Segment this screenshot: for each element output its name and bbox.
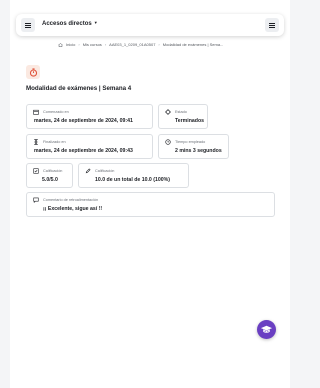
feedback-value: ¡¡ Excelente, sigue así !! — [43, 206, 103, 212]
caret-down-icon: ▼ — [93, 20, 98, 25]
assistant-hat-icon — [260, 325, 273, 333]
grade-points-value: 5.0/5.0 — [42, 177, 58, 183]
breadcrumb-current: Modalidad de exámenes | Sema... — [162, 42, 224, 47]
top-navigation-bar: Accesos directos ▼ — [16, 14, 284, 36]
state-label: Estado — [175, 110, 187, 114]
main-menu-button[interactable] — [21, 18, 35, 32]
started-label: Comenzado en — [43, 110, 69, 114]
breadcrumb-separator: › — [158, 42, 160, 47]
time-value: 2 mins 3 segundos — [175, 148, 222, 154]
feedback-label: Comentario de retroalimentación — [43, 198, 99, 202]
diamond-icon — [165, 109, 171, 115]
started-card: Comenzado en martes, 24 de septiembre de… — [26, 104, 153, 129]
hamburger-icon — [25, 22, 31, 28]
feedback-card: Comentario de retroalimentación ¡¡ Excel… — [26, 192, 275, 217]
page-title: Modalidad de exámenes | Semana 4 — [26, 85, 132, 92]
hamburger-icon — [269, 22, 275, 28]
started-value: martes, 24 de septiembre de 2024, 09:41 — [34, 118, 133, 124]
secondary-menu-button[interactable] — [265, 18, 279, 32]
finished-value: martes, 24 de septiembre de 2024, 09:43 — [34, 148, 133, 154]
grade-total-value: 10.0 de un total de 10.0 (100%) — [95, 177, 170, 183]
breadcrumb-home[interactable]: Inicio — [66, 42, 75, 47]
grade-points-label: Calificación — [43, 169, 63, 173]
home-icon — [58, 43, 63, 47]
breadcrumb-separator: › — [104, 42, 107, 47]
breadcrumb-course[interactable]: AAE03_1_0209_01A0507 — [109, 42, 155, 47]
breadcrumb-my-courses[interactable]: Mis cursos — [83, 42, 102, 47]
clock-icon — [165, 139, 171, 145]
time-card: Tiempo empleado 2 mins 3 segundos — [158, 134, 229, 159]
hourglass-icon — [34, 139, 38, 145]
time-label: Tiempo empleado — [175, 140, 206, 144]
finished-card: Finalizado en martes, 24 de septiembre d… — [26, 134, 153, 159]
grade-points-card: Calificación 5.0/5.0 — [26, 163, 73, 188]
calendar-icon — [33, 109, 39, 115]
shortcuts-label: Accesos directos — [42, 21, 92, 27]
breadcrumb: Inicio › Mis cursos › AAE03_1_0209_01A0507 › M… — [58, 42, 223, 47]
breadcrumb-separator: › — [78, 42, 80, 47]
finished-label: Finalizado en — [43, 140, 66, 144]
grade-total-label: Calificación — [95, 169, 115, 173]
comment-icon — [33, 197, 39, 203]
checkbox-icon — [33, 168, 39, 174]
assistant-button[interactable] — [257, 320, 276, 339]
state-value: Terminados — [175, 118, 205, 124]
pencil-icon — [85, 168, 91, 174]
grade-total-card: Calificación 10.0 de un total de 10.0 (1… — [78, 163, 189, 188]
state-card: Estado Terminados — [158, 104, 208, 129]
shortcuts-dropdown[interactable]: Accesos directos ▼ — [42, 20, 98, 27]
quiz-timer-icon — [26, 65, 40, 79]
